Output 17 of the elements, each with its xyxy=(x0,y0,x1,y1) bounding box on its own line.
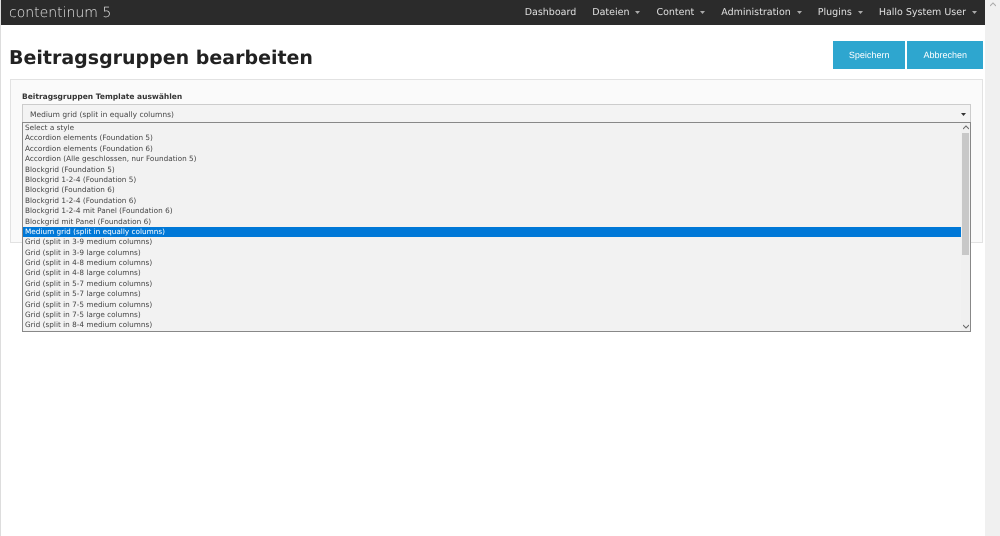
scrollbar[interactable] xyxy=(961,123,970,331)
caret-icon xyxy=(635,11,640,14)
nav-link[interactable]: Dashboard xyxy=(516,7,584,18)
caret-icon xyxy=(972,11,977,14)
brand-logo[interactable]: contentinum 5 xyxy=(9,4,517,20)
caret-icon xyxy=(796,11,802,14)
page-title: Beitragsgruppen bearbeiten xyxy=(9,47,313,69)
page-scrollbar[interactable] xyxy=(985,0,1000,536)
nav-link[interactable]: Dateien xyxy=(584,7,648,18)
caret-icon xyxy=(700,11,706,14)
caret-icon xyxy=(961,112,966,116)
caret-icon xyxy=(858,11,863,14)
nav-link[interactable]: Plugins xyxy=(810,7,871,18)
nav-link[interactable]: Content xyxy=(648,7,714,18)
scrollbar-thumb[interactable] xyxy=(962,133,969,255)
nav-link[interactable]: Hallo System User xyxy=(870,7,985,18)
nav-link[interactable]: Administration xyxy=(713,7,810,18)
